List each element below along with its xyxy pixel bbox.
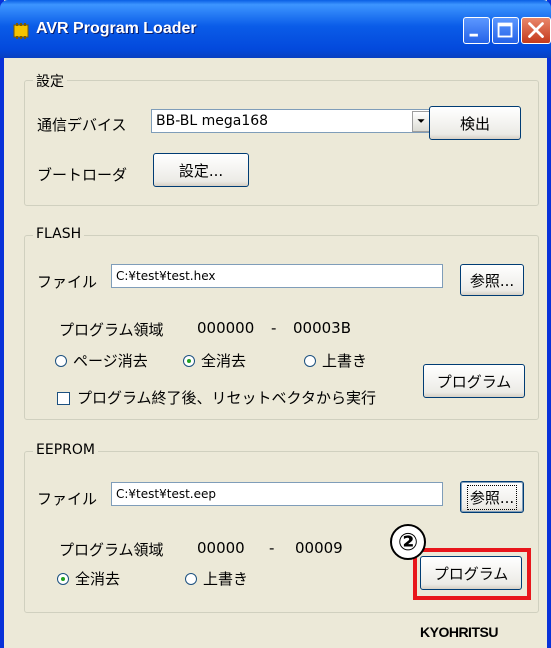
- bootloader-settings-button-label: 設定...: [178, 161, 224, 180]
- device-select-value: BB-BL mega168: [156, 113, 269, 129]
- close-button[interactable]: [521, 17, 551, 44]
- eeprom-browse-button-label: 参照...: [466, 484, 518, 510]
- flash-file-value: C:¥test¥test.hex: [116, 269, 216, 283]
- maximize-icon: [497, 22, 513, 38]
- flash-browse-button-label: 参照...: [469, 271, 515, 290]
- eeprom-radio-full-erase-dot[interactable]: [57, 573, 69, 585]
- eeprom-browse-button[interactable]: 参照...: [460, 481, 524, 513]
- window-title: AVR Program Loader: [36, 20, 197, 37]
- flash-region-sep: -: [271, 319, 277, 337]
- flash-region-start: 000000: [197, 319, 255, 337]
- eeprom-file-value: C:¥test¥test.eep: [116, 487, 216, 501]
- flash-radio-full-erase-dot[interactable]: [183, 355, 195, 367]
- flash-radio-page-erase-dot[interactable]: [55, 355, 67, 367]
- flash-region-label: プログラム領域: [59, 321, 164, 339]
- eeprom-group-label: EEPROM: [33, 442, 98, 458]
- title-bar[interactable]: AVR Program Loader: [0, 0, 551, 58]
- flash-program-button-label: プログラム: [436, 372, 512, 391]
- eeprom-region-end: 00009: [295, 539, 343, 557]
- flash-region-end: 00003B: [293, 319, 352, 337]
- flash-radio-overwrite-label: 上書き: [322, 352, 368, 370]
- reset-vector-checkbox[interactable]: [57, 392, 70, 405]
- reset-vector-label: プログラム終了後、リセットベクタから実行: [77, 389, 376, 407]
- bootloader-label: ブートローダ: [37, 166, 128, 184]
- eeprom-region-sep: -: [269, 539, 275, 557]
- detect-button-label: 検出: [459, 114, 490, 133]
- bootloader-settings-button[interactable]: 設定...: [153, 153, 249, 187]
- close-icon: [528, 22, 544, 38]
- flash-radio-overwrite-dot[interactable]: [304, 355, 316, 367]
- device-select[interactable]: BB-BL mega168: [151, 109, 433, 133]
- brand-logo: KYOHRITSU: [420, 624, 498, 640]
- device-label: 通信デバイス: [37, 116, 127, 134]
- flash-radio-full-erase-label: 全消去: [201, 352, 247, 370]
- settings-group: 設定 通信デバイス BB-BL mega168 検出 ブートローダ 設定...: [24, 71, 539, 206]
- main-window: AVR Program Loader 設定 通信デバイス BB-BL mega1…: [0, 0, 551, 648]
- flash-group: FLASH ファイル C:¥test¥test.hex 参照... プログラム領…: [24, 226, 539, 420]
- minimize-icon: [469, 33, 478, 37]
- eeprom-file-input[interactable]: C:¥test¥test.eep: [111, 482, 443, 506]
- step-marker: ②: [390, 524, 426, 560]
- program-button-highlight: [413, 548, 531, 600]
- eeprom-region-label: プログラム領域: [59, 541, 164, 559]
- settings-group-label: 設定: [33, 71, 67, 91]
- chevron-down-icon: [417, 119, 425, 123]
- eeprom-radio-full-erase-label: 全消去: [75, 570, 121, 588]
- eeprom-radio-overwrite-dot[interactable]: [185, 573, 197, 585]
- flash-file-label: ファイル: [37, 273, 98, 291]
- flash-radio-page-erase-label: ページ消去: [73, 352, 148, 370]
- maximize-button[interactable]: [492, 17, 519, 44]
- eeprom-radio-overwrite-label: 上書き: [203, 570, 249, 588]
- app-chip-icon: [13, 23, 29, 39]
- eeprom-file-label: ファイル: [37, 490, 98, 508]
- detect-button[interactable]: 検出: [429, 106, 521, 140]
- flash-file-input[interactable]: C:¥test¥test.hex: [111, 264, 443, 288]
- flash-program-button[interactable]: プログラム: [423, 364, 525, 398]
- flash-group-label: FLASH: [33, 226, 85, 242]
- flash-browse-button[interactable]: 参照...: [460, 264, 524, 296]
- eeprom-region-start: 00000: [197, 539, 245, 557]
- minimize-button[interactable]: [463, 17, 490, 44]
